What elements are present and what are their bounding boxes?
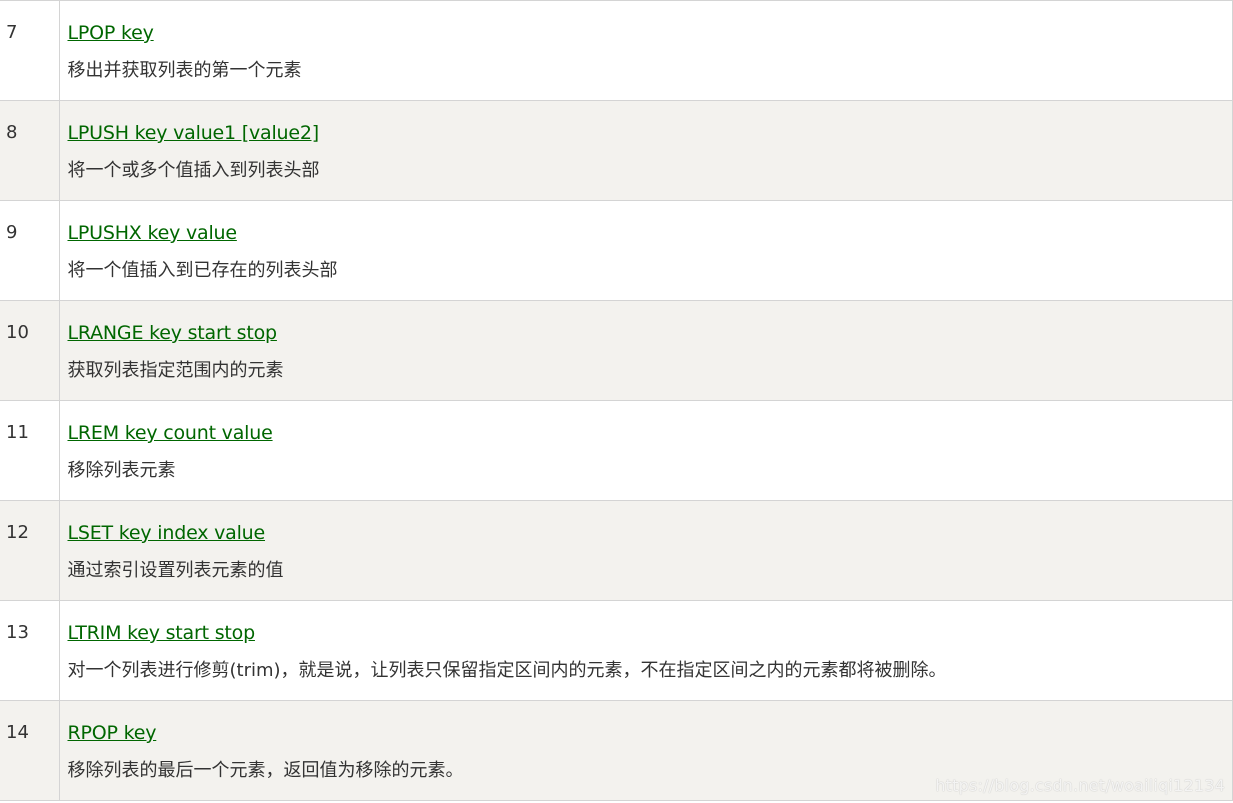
command-cell: LPOP key 移出并获取列表的第一个元素 bbox=[58, 0, 1233, 101]
command-link[interactable]: LREM key count value bbox=[68, 421, 273, 445]
row-number: 12 bbox=[0, 500, 60, 601]
row-number: 9 bbox=[0, 200, 60, 301]
command-cell: LPUSHX key value 将一个值插入到已存在的列表头部 bbox=[58, 200, 1233, 301]
command-description: 移出并获取列表的第一个元素 bbox=[67, 60, 302, 81]
command-table: 7 LPOP key 移出并获取列表的第一个元素 8 LPUSH key val… bbox=[0, 0, 1233, 801]
table-row: 10 LRANGE key start stop 获取列表指定范围内的元素 bbox=[0, 300, 1233, 401]
row-number: 8 bbox=[0, 100, 60, 201]
command-link[interactable]: LPOP key bbox=[68, 21, 154, 45]
row-number: 10 bbox=[0, 300, 60, 401]
table-row: 13 LTRIM key start stop 对一个列表进行修剪(trim)，… bbox=[0, 600, 1233, 701]
page: 7 LPOP key 移出并获取列表的第一个元素 8 LPUSH key val… bbox=[0, 0, 1233, 803]
command-cell: LTRIM key start stop 对一个列表进行修剪(trim)，就是说… bbox=[58, 600, 1233, 701]
command-cell: LREM key count value 移除列表元素 bbox=[58, 400, 1233, 501]
command-link[interactable]: LPUSH key value1 [value2] bbox=[68, 121, 320, 145]
command-description: 获取列表指定范围内的元素 bbox=[67, 360, 284, 381]
command-link[interactable]: LPUSHX key value bbox=[68, 221, 238, 245]
table-row: 12 LSET key index value 通过索引设置列表元素的值 bbox=[0, 500, 1233, 601]
command-description: 将一个值插入到已存在的列表头部 bbox=[67, 260, 338, 281]
command-link[interactable]: RPOP key bbox=[68, 721, 157, 745]
command-description: 对一个列表进行修剪(trim)，就是说，让列表只保留指定区间内的元素，不在指定区… bbox=[67, 660, 947, 681]
command-description: 将一个或多个值插入到列表头部 bbox=[67, 160, 320, 181]
command-description: 通过索引设置列表元素的值 bbox=[67, 560, 284, 581]
row-number: 7 bbox=[0, 0, 60, 101]
row-number: 11 bbox=[0, 400, 60, 501]
watermark: https://blog.csdn.net/woailiqi12134 bbox=[935, 776, 1225, 795]
row-number: 13 bbox=[0, 600, 60, 701]
command-description: 移除列表元素 bbox=[67, 460, 176, 481]
table-row: 11 LREM key count value 移除列表元素 bbox=[0, 400, 1233, 501]
command-cell: LSET key index value 通过索引设置列表元素的值 bbox=[58, 500, 1233, 601]
table-row: 9 LPUSHX key value 将一个值插入到已存在的列表头部 bbox=[0, 200, 1233, 301]
command-cell: LRANGE key start stop 获取列表指定范围内的元素 bbox=[58, 300, 1233, 401]
table-row: 8 LPUSH key value1 [value2] 将一个或多个值插入到列表… bbox=[0, 100, 1233, 201]
command-link[interactable]: LSET key index value bbox=[68, 521, 266, 545]
row-number: 14 bbox=[0, 700, 60, 801]
command-link[interactable]: LTRIM key start stop bbox=[68, 621, 256, 645]
command-cell: LPUSH key value1 [value2] 将一个或多个值插入到列表头部 bbox=[58, 100, 1233, 201]
table-row: 7 LPOP key 移出并获取列表的第一个元素 bbox=[0, 0, 1233, 101]
command-link[interactable]: LRANGE key start stop bbox=[68, 321, 278, 345]
